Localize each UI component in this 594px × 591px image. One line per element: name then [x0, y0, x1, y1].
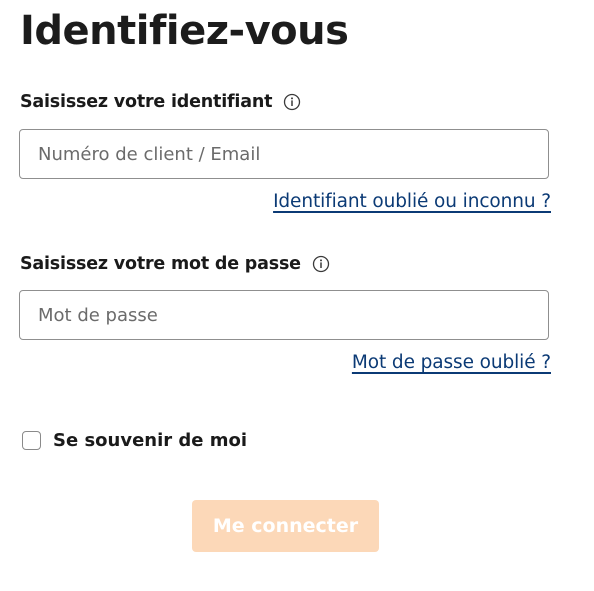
remember-me-option[interactable]: Se souvenir de moi — [22, 430, 247, 451]
identifier-input[interactable] — [19, 129, 549, 179]
identifier-label: Saisissez votre identifiant — [20, 92, 273, 112]
password-label: Saisissez votre mot de passe — [20, 254, 301, 274]
identifier-label-row: Saisissez votre identifiant — [20, 92, 301, 112]
remember-me-checkbox[interactable] — [22, 431, 41, 450]
info-circle-icon[interactable] — [283, 93, 301, 111]
forgot-identifier-link[interactable]: Identifiant oublié ou inconnu ? — [273, 191, 551, 212]
password-label-row: Saisissez votre mot de passe — [20, 254, 330, 274]
info-circle-icon[interactable] — [312, 255, 330, 273]
login-button[interactable]: Me connecter — [192, 500, 379, 552]
password-input[interactable] — [19, 290, 549, 340]
forgot-password-link[interactable]: Mot de passe oublié ? — [352, 352, 551, 373]
remember-me-label: Se souvenir de moi — [53, 430, 248, 451]
page-title: Identifiez-vous — [20, 8, 349, 54]
